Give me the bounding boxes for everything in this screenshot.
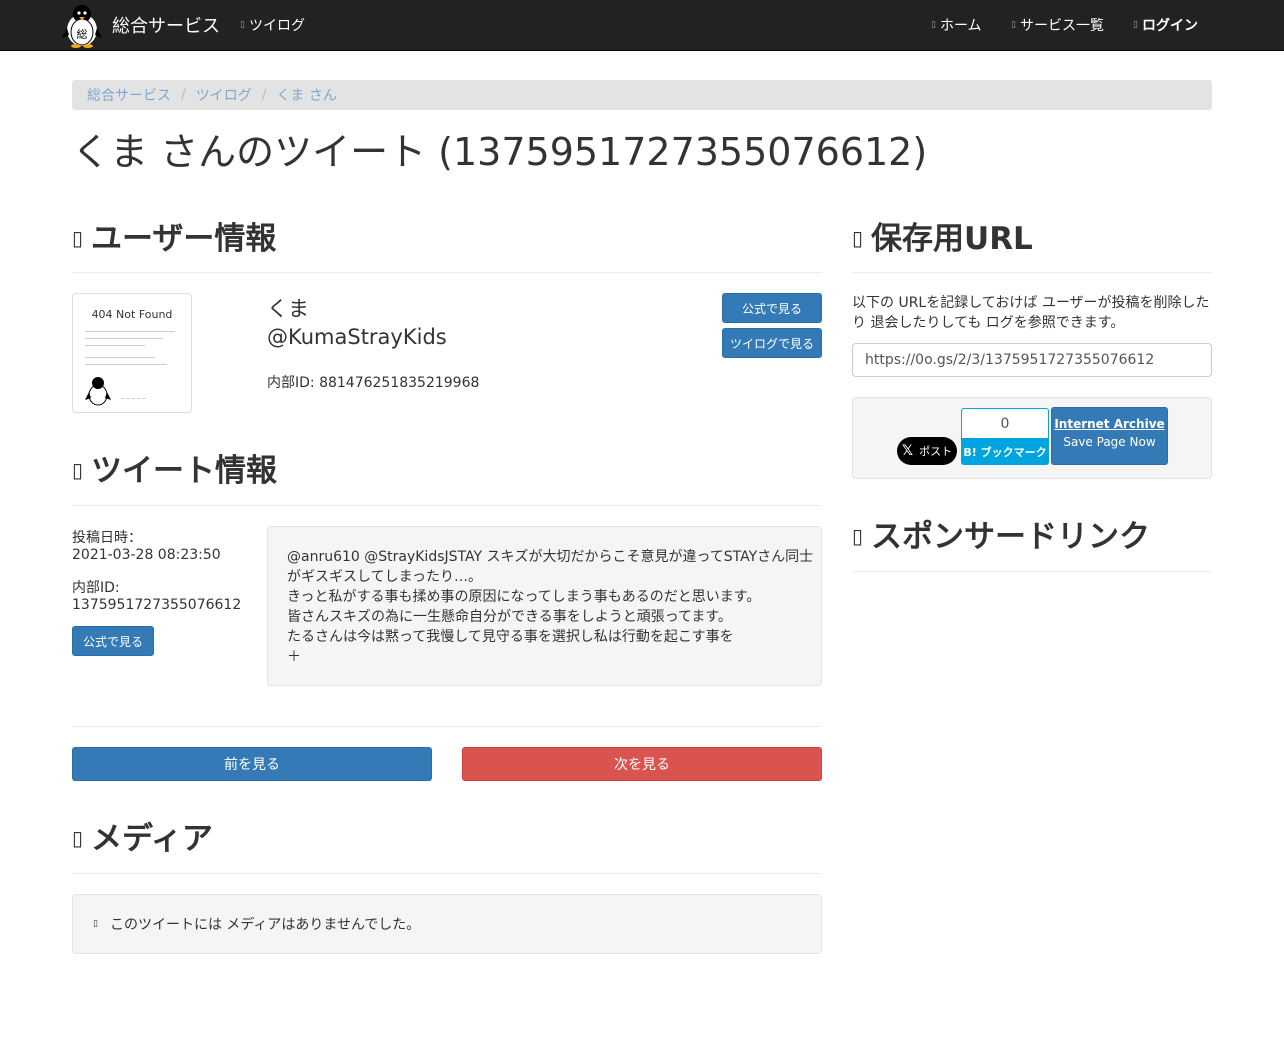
tweet-line: 皆さんスキズの為に一生懸命自分ができる事をしようと頑張ってます。 <box>287 609 732 625</box>
posted-label: 投稿日時： <box>72 530 142 546</box>
tweet-line: きっと私がする事も揉め事の原因になってしまう事もあるのだと思います。 <box>287 589 761 605</box>
home-icon: ▯ <box>931 20 936 30</box>
nav-services[interactable]: ▯ サービス一覧 <box>1011 0 1104 50</box>
nav-tweilog-label: ツイログ <box>248 18 305 34</box>
save-url-heading-text: 保存用URL <box>871 221 1033 257</box>
link-icon: ▯ <box>852 524 864 548</box>
avatar-text: 404 Not Found <box>91 308 173 321</box>
hatena-bookmark-button[interactable]: 0 B! ブックマーク <box>961 408 1049 465</box>
picture-icon: ▯ <box>72 826 84 850</box>
tweet-line: @anru610 @StrayKidsJSTAY スキズが大切だからこそ意見が違… <box>287 549 814 565</box>
nav-tweilog[interactable]: ▯ ツイログ <box>240 0 305 50</box>
avatar-line <box>85 331 175 332</box>
next-button[interactable]: 次を見る <box>462 747 822 781</box>
nav-home[interactable]: ▯ ホーム <box>931 0 982 50</box>
nav-login[interactable]: ▯ ログイン <box>1133 0 1198 50</box>
x-post-button[interactable]: 𝕏 ポスト <box>897 437 957 465</box>
media-heading-text: メディア <box>91 821 213 857</box>
media-empty-text: このツイートには メディアはありませんでした。 <box>109 917 421 933</box>
divider <box>72 873 822 874</box>
list-icon: ▯ <box>240 20 245 30</box>
tweet-text: @anru610 @StrayKidsJSTAY スキズが大切だからこそ意見が違… <box>267 526 822 686</box>
internet-archive-sub: Save Page Now <box>1063 435 1156 449</box>
tweet-info-heading: ▯ ツイート情報 <box>72 450 277 491</box>
save-url-field[interactable] <box>852 343 1212 377</box>
breadcrumb-separator: / <box>261 87 267 103</box>
avatar-line <box>85 364 167 365</box>
nav-services-label: サービス一覧 <box>1019 18 1104 34</box>
share-panel: 𝕏 ポスト 0 B! ブックマーク Internet Archive Save P… <box>852 397 1212 479</box>
breadcrumb-item-tweilog[interactable]: ツイログ <box>196 85 252 105</box>
info-icon: ▯ <box>93 919 98 929</box>
avatar: 404 Not Found — — — — — <box>72 293 192 413</box>
save-url-heading: ▯ 保存用URL <box>852 218 1033 259</box>
media-empty-notice: ▯ このツイートには メディアはありませんでした。 <box>72 894 822 954</box>
view-official-button[interactable]: 公式で見る <box>722 293 822 323</box>
sponsor-heading: ▯ スポンサードリンク <box>852 516 1150 557</box>
posted-value: 2021-03-28 08:23:50 <box>72 547 221 563</box>
page-title: くま さんのツイート (1375951727355076612) <box>72 130 928 174</box>
tweet-info-heading-text: ツイート情報 <box>91 453 278 489</box>
user-internal-id: 内部ID: 881476251835219968 <box>267 375 480 391</box>
save-url-description: 以下の URLを記録しておけば ユーザーが投稿を削除したり 退会したりしても ロ… <box>852 295 1210 331</box>
user-info-heading: ▯ ユーザー情報 <box>72 218 276 259</box>
breadcrumb: 総合サービス / ツイログ / くま さん <box>72 80 1212 110</box>
expand-toggle[interactable]: ＋ <box>287 647 802 667</box>
penguin-logo-icon: 総 <box>62 5 102 48</box>
internet-archive-title: Internet Archive <box>1054 417 1165 431</box>
view-tweilog-button[interactable]: ツイログで見る <box>722 328 822 358</box>
avatar-footer: — — — — — <box>121 396 147 401</box>
divider <box>72 726 822 727</box>
user-handle: @KumaStrayKids <box>267 325 447 349</box>
login-icon: ▯ <box>1133 20 1138 30</box>
tweet-official-button[interactable]: 公式で見る <box>72 626 154 656</box>
avatar-line <box>85 338 163 339</box>
user-info-heading-text: ユーザー情報 <box>91 221 277 257</box>
media-heading: ▯ メディア <box>72 818 213 859</box>
avatar-line <box>85 357 155 358</box>
user-icon: ▯ <box>72 226 84 250</box>
divider <box>72 505 822 506</box>
nav-login-label: ログイン <box>1141 18 1198 34</box>
prev-button[interactable]: 前を見る <box>72 747 432 781</box>
comment-icon: ▯ <box>72 458 84 482</box>
user-name: くま <box>267 297 309 321</box>
tweet-id-value: 1375951727355076612 <box>72 597 242 613</box>
breadcrumb-separator: / <box>181 87 186 103</box>
avatar-line <box>85 345 145 346</box>
link-icon: ▯ <box>852 226 864 250</box>
hatena-count: 0 <box>961 408 1049 438</box>
tweet-line: がギスギスしてしまったり…。 <box>287 569 483 585</box>
nav-home-label: ホーム <box>939 18 982 34</box>
x-post-label: ポスト <box>919 445 953 458</box>
divider <box>72 272 822 273</box>
hatena-label: B! ブックマーク <box>961 438 1049 465</box>
th-list-icon: ▯ <box>1011 20 1016 30</box>
brand[interactable]: 総 総合サービス <box>60 0 220 50</box>
top-navbar: 総 総合サービス ▯ ツイログ ▯ ホーム ▯ サービス一覧 ▯ ログイン <box>0 0 1284 51</box>
svg-text:総: 総 <box>77 27 88 41</box>
brand-text[interactable]: 総合サービス <box>112 12 220 38</box>
x-logo-icon: 𝕏 <box>901 443 914 459</box>
breadcrumb-item-user[interactable]: くま さん <box>276 85 336 105</box>
divider <box>852 571 1212 572</box>
tweet-id-label: 内部ID: <box>72 580 120 596</box>
internet-archive-button[interactable]: Internet Archive Save Page Now <box>1051 407 1168 465</box>
tweet-line: たるさんは今は黙って我慢して見守る事を選択し私は行動を起こす事を <box>287 629 734 645</box>
breadcrumb-item-home[interactable]: 総合サービス <box>87 85 171 105</box>
divider <box>852 272 1212 273</box>
penguin-icon <box>85 377 111 406</box>
sponsor-heading-text: スポンサードリンク <box>871 519 1151 555</box>
